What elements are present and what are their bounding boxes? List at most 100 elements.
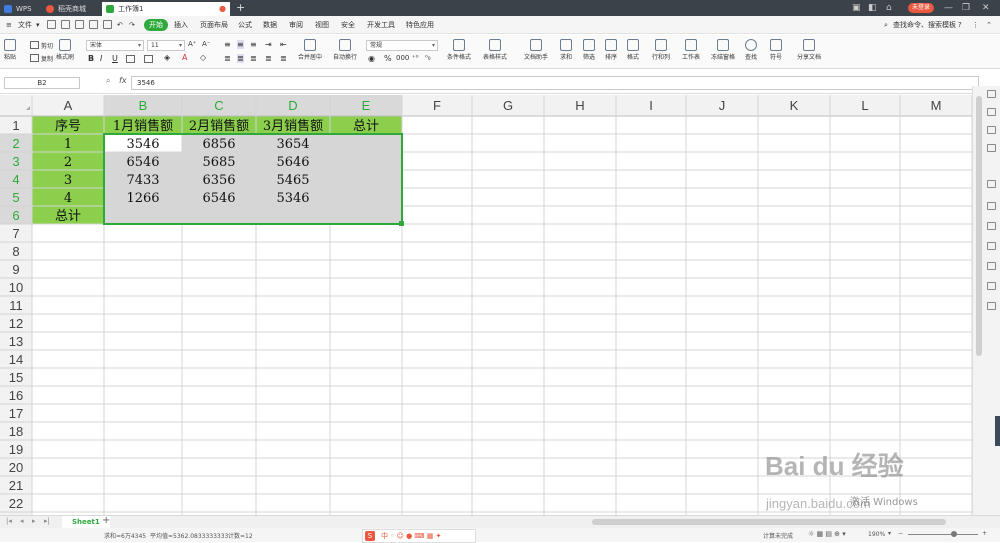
gear-icon[interactable] [987, 262, 996, 270]
column-header-C[interactable]: C [214, 98, 223, 113]
formula-input[interactable]: 3546 [131, 76, 979, 90]
name-box[interactable]: B2 [4, 77, 80, 89]
tab-workbook[interactable]: 工作簿1 ● [102, 2, 230, 16]
command-search[interactable]: 查找命令、搜索模板 [893, 16, 956, 34]
thousands-icon[interactable]: 000 [396, 54, 409, 62]
border-icon[interactable] [126, 55, 135, 63]
column-header-F[interactable]: F [433, 98, 441, 113]
row-header-19[interactable]: 19 [9, 442, 23, 457]
column-header-K[interactable]: K [790, 98, 799, 113]
row-header-8[interactable]: 8 [12, 244, 19, 259]
cell-D4[interactable]: 5465 [276, 173, 309, 188]
more-icon[interactable]: ⋮ [972, 16, 979, 34]
align-middle-icon[interactable]: ≡ [237, 40, 244, 49]
cell-C3[interactable]: 5685 [202, 155, 235, 170]
format-button[interactable]: 格式 [627, 37, 639, 61]
copy-icon[interactable] [30, 54, 39, 62]
cell-D5[interactable]: 5346 [276, 191, 309, 206]
font-size-select[interactable]: 11 ▾ [147, 40, 185, 51]
symbol-button[interactable]: 符号 [770, 37, 782, 61]
tab-wps[interactable]: WPS [0, 2, 42, 16]
row-header-18[interactable]: 18 [9, 424, 23, 439]
row-header-11[interactable]: 11 [9, 298, 23, 313]
cell-D1[interactable]: 3月销售额 [263, 118, 323, 134]
worksheet-button[interactable]: 工作表 [682, 37, 700, 61]
cell-B2[interactable]: 3546 [126, 137, 159, 152]
merge-center-button[interactable]: 合并居中 [298, 37, 322, 61]
outdent-icon[interactable]: ⇤ [280, 40, 287, 49]
chevron-down-icon[interactable]: ▾ [36, 16, 40, 34]
italic-icon[interactable]: I [100, 54, 102, 63]
column-header-J[interactable]: J [719, 98, 726, 113]
merge-icon[interactable] [144, 55, 153, 63]
column-header-L[interactable]: L [861, 98, 868, 113]
row-header-13[interactable]: 13 [9, 334, 23, 349]
column-header-D[interactable]: D [288, 98, 297, 113]
row-header-12[interactable]: 12 [9, 316, 23, 331]
indent-icon[interactable]: ⇥ [265, 40, 272, 49]
tab-modified-dot-icon[interactable]: ● [219, 2, 226, 16]
cell-A5[interactable]: 4 [64, 191, 72, 206]
row-header-21[interactable]: 21 [9, 478, 23, 493]
template-icon[interactable] [987, 180, 996, 188]
column-header-B[interactable]: B [139, 98, 148, 113]
row-header-1[interactable]: 1 [12, 118, 19, 133]
row-header-9[interactable]: 9 [12, 262, 19, 277]
cell-A1[interactable]: 序号 [55, 119, 81, 134]
collapse-ribbon-icon[interactable]: ⌃ [986, 16, 992, 34]
prev-sheet-icon[interactable]: ◂ [20, 517, 24, 525]
minimize-icon[interactable]: — [944, 0, 953, 16]
row-header-7[interactable]: 7 [12, 226, 19, 241]
align-right-icon[interactable]: ≣ [250, 54, 257, 63]
menu-tab-view[interactable]: 视图 [315, 16, 329, 34]
table-icon[interactable] [987, 126, 996, 134]
conditional-format-button[interactable]: 条件格式 [447, 37, 471, 61]
menu-tab-review[interactable]: 审阅 [289, 16, 303, 34]
clear-icon[interactable]: ◇ [200, 53, 206, 62]
freeze-panes-button[interactable]: 冻结窗格 [711, 37, 735, 61]
settings-icon[interactable] [987, 144, 996, 152]
row-col-button[interactable]: 行和列 [652, 37, 670, 61]
increase-decimal-icon[interactable]: ⁺⁰ [412, 54, 419, 62]
layout-icon[interactable]: ▣ [852, 0, 861, 16]
column-header-H[interactable]: H [575, 98, 584, 113]
open-icon[interactable] [47, 20, 56, 29]
menu-tab-insert[interactable]: 插入 [174, 16, 188, 34]
zoom-level[interactable]: 190% [868, 531, 885, 538]
align-bottom-icon[interactable]: ≡ [250, 40, 257, 49]
cell-A6[interactable]: 总计 [55, 209, 81, 224]
percent-icon[interactable]: % [384, 54, 392, 63]
column-header-G[interactable]: G [503, 98, 513, 113]
zoom-out-icon[interactable]: − [898, 530, 903, 537]
decrease-font-icon[interactable]: A⁻ [202, 40, 210, 48]
cell-B5[interactable]: 1266 [126, 191, 159, 206]
view-icons[interactable]: ☼ ▦ ▤ ⊕ ▾ [808, 530, 846, 538]
underline-icon[interactable]: U [112, 54, 118, 63]
currency-icon[interactable]: ◉ [368, 54, 375, 63]
distribute-icon[interactable]: ≣ [280, 54, 287, 63]
row-header-22[interactable]: 22 [9, 496, 23, 511]
zoom-dropdown-icon[interactable]: ▾ [888, 530, 891, 537]
cursor-icon[interactable] [987, 90, 996, 98]
fill-handle[interactable] [399, 221, 404, 226]
cell-C2[interactable]: 6856 [202, 137, 235, 152]
menu-tab-developer[interactable]: 开发工具 [367, 16, 395, 34]
copy-button[interactable]: 复制 [41, 54, 53, 63]
row-header-15[interactable]: 15 [9, 370, 23, 385]
zoom-slider-thumb[interactable] [951, 531, 957, 537]
find-button[interactable]: 查找 [745, 37, 757, 61]
zoom-in-icon[interactable]: + [982, 530, 987, 537]
cell-D3[interactable]: 5646 [276, 155, 309, 170]
row-header-14[interactable]: 14 [9, 352, 23, 367]
save-icon[interactable] [61, 20, 70, 29]
help-icon[interactable]: ? [958, 16, 962, 34]
increase-font-icon[interactable]: A⁺ [188, 40, 196, 48]
menu-tab-data[interactable]: 数据 [263, 16, 277, 34]
new-tab-button[interactable]: + [236, 0, 245, 16]
row-header-3[interactable]: 3 [12, 154, 19, 169]
cell-A2[interactable]: 1 [64, 137, 72, 152]
next-sheet-icon[interactable]: ▸ [32, 517, 36, 525]
cell-E1[interactable]: 总计 [353, 119, 379, 134]
backup-icon[interactable] [987, 202, 996, 210]
zoom-icon[interactable]: ⌕ [106, 76, 110, 86]
